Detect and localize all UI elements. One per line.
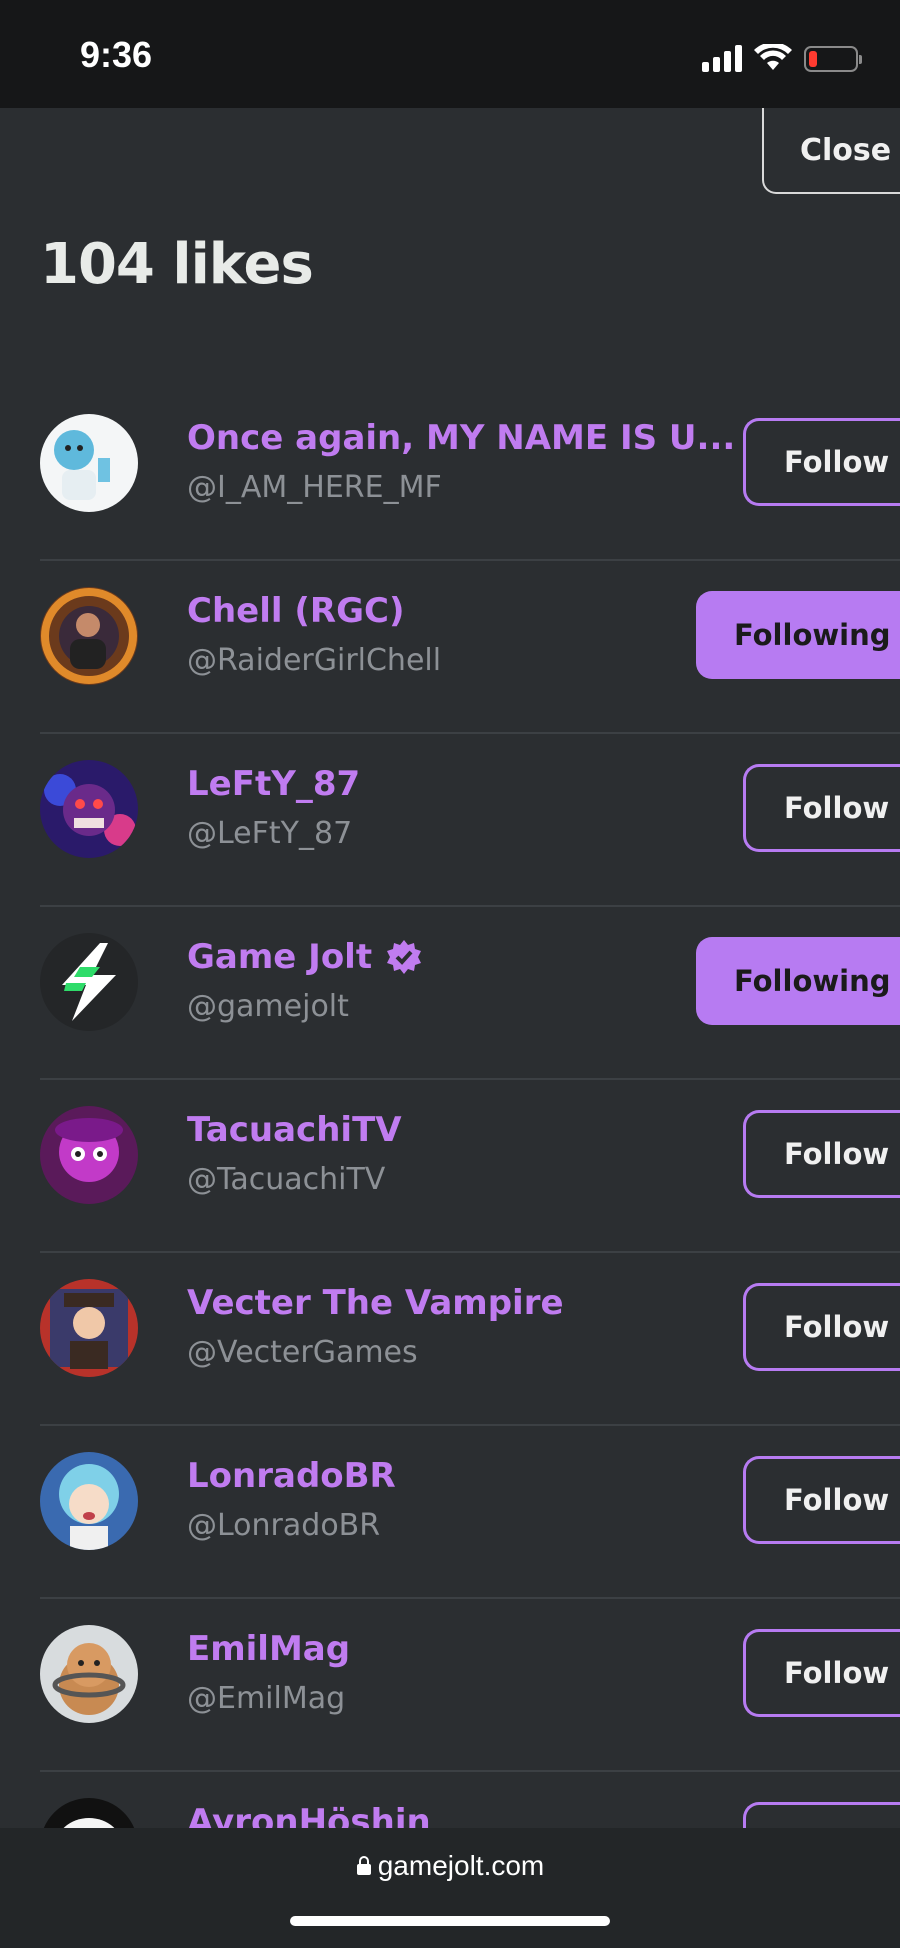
user-row[interactable]: Game Jolt @gamejolt Following <box>40 907 900 1080</box>
user-row[interactable]: TacuachiTV @TacuachiTV Follow <box>40 1080 900 1253</box>
user-handle: @EmilMag <box>187 1681 346 1716</box>
avatar[interactable] <box>40 1452 138 1550</box>
avatar[interactable] <box>40 1625 138 1723</box>
user-handle: @LeFtY_87 <box>187 816 353 851</box>
battery-level <box>809 51 817 67</box>
browser-url-bar: gamejolt.com <box>0 1828 900 1948</box>
avatar[interactable] <box>40 414 138 512</box>
cellular-signal-icon <box>702 44 742 72</box>
url-field[interactable]: gamejolt.com <box>0 1850 900 1882</box>
user-handle: @gamejolt <box>187 989 349 1024</box>
user-display-name[interactable]: Vecter The Vampire <box>187 1283 564 1323</box>
user-display-name[interactable]: LonradoBR <box>187 1456 396 1496</box>
close-button[interactable]: Close <box>762 108 900 194</box>
follow-button[interactable]: Follow <box>743 1629 900 1717</box>
status-bar: 9:36 <box>0 0 900 108</box>
follow-button[interactable]: Follow <box>743 764 900 852</box>
user-row[interactable]: EmilMag @EmilMag Follow <box>40 1599 900 1772</box>
following-button[interactable]: Following <box>696 937 900 1025</box>
user-row[interactable]: LonradoBR @LonradoBR Follow <box>40 1426 900 1599</box>
likes-count-title: 104 likes <box>40 232 314 297</box>
avatar[interactable] <box>40 760 138 858</box>
follow-button[interactable]: Follow <box>743 1283 900 1371</box>
user-display-name[interactable]: Once again, MY NAME IS U... <box>187 418 735 458</box>
user-handle: @TacuachiTV <box>187 1162 386 1197</box>
user-display-name[interactable]: LeFtY_87 <box>187 764 360 804</box>
user-row[interactable]: Once again, MY NAME IS U... @I_AM_HERE_M… <box>40 388 900 561</box>
user-handle: @I_AM_HERE_MF <box>187 470 442 505</box>
status-icons <box>702 42 862 72</box>
wifi-icon <box>754 44 792 70</box>
follow-button[interactable]: Follow <box>743 1110 900 1198</box>
user-display-name[interactable]: Game Jolt <box>187 937 372 977</box>
user-row[interactable]: LeFtY_87 @LeFtY_87 Follow <box>40 734 900 907</box>
user-row[interactable]: Vecter The Vampire @VecterGames Follow <box>40 1253 900 1426</box>
status-time: 9:36 <box>80 34 153 75</box>
verified-badge-icon <box>387 940 422 974</box>
user-handle: @RaiderGirlChell <box>187 643 442 678</box>
avatar[interactable] <box>40 1279 138 1377</box>
lock-icon <box>356 1856 371 1875</box>
avatar[interactable] <box>40 1106 138 1204</box>
follow-button[interactable]: Follow <box>743 418 900 506</box>
user-display-name[interactable]: TacuachiTV <box>187 1110 402 1150</box>
battery-icon <box>804 46 862 72</box>
home-indicator[interactable] <box>290 1916 610 1926</box>
user-row[interactable]: Chell (RGC) @RaiderGirlChell Following <box>40 561 900 734</box>
user-handle: @VecterGames <box>187 1335 418 1370</box>
avatar[interactable] <box>40 933 138 1031</box>
follow-button[interactable]: Follow <box>743 1456 900 1544</box>
following-button[interactable]: Following <box>696 591 900 679</box>
user-display-name[interactable]: EmilMag <box>187 1629 350 1669</box>
url-text: gamejolt.com <box>377 1850 545 1881</box>
avatar[interactable] <box>40 587 138 685</box>
user-handle: @LonradoBR <box>187 1508 381 1543</box>
likes-user-list: Once again, MY NAME IS U... @I_AM_HERE_M… <box>40 388 900 1945</box>
user-display-name[interactable]: Chell (RGC) <box>187 591 404 631</box>
